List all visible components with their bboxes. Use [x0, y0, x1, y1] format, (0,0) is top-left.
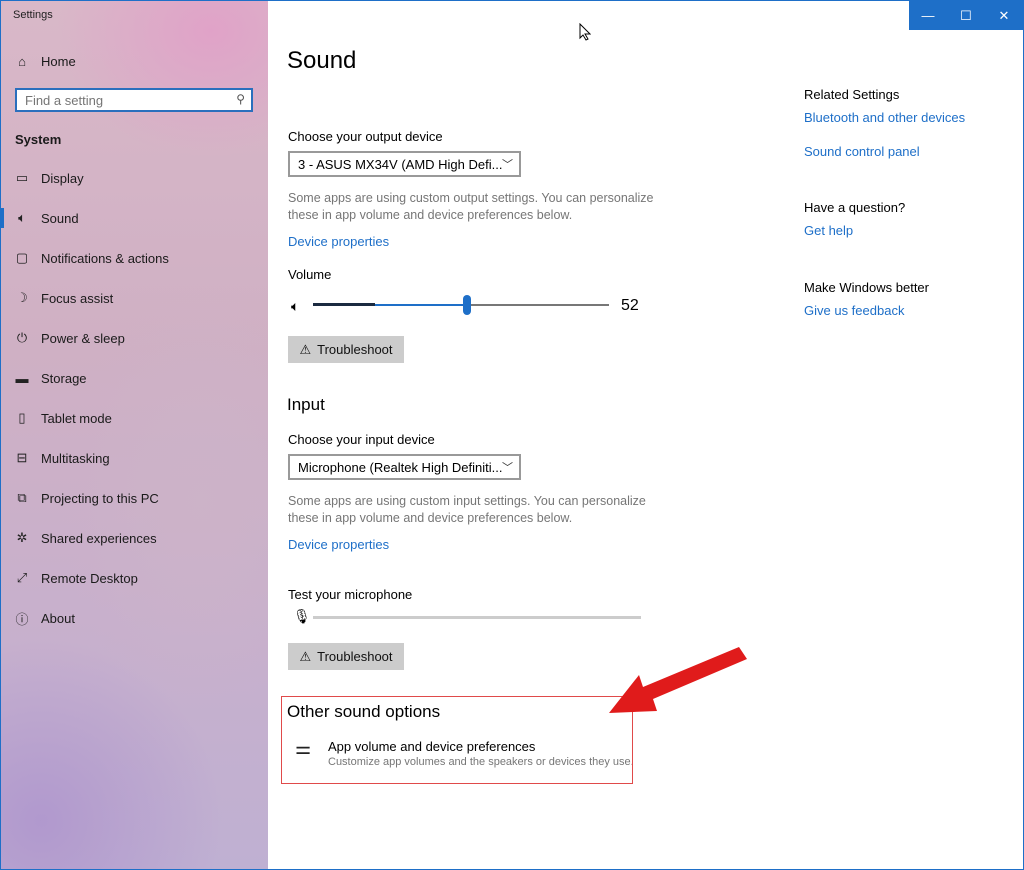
chevron-down-icon: ﹀	[502, 462, 513, 474]
troubleshoot-label: Troubleshoot	[317, 342, 393, 357]
sidebar-item-tablet-mode[interactable]: ▯ Tablet mode	[1, 398, 268, 438]
search-input[interactable]	[17, 90, 225, 110]
sidebar-item-label: Notifications & actions	[41, 250, 169, 266]
sidebar-item-label: About	[41, 610, 75, 626]
window-title: Settings	[13, 9, 53, 21]
question-heading: Have a question?	[804, 200, 906, 215]
sidebar-item-projecting[interactable]: ⧉ Projecting to this PC	[1, 478, 268, 518]
sidebar-item-notifications[interactable]: ▢ Notifications & actions	[1, 238, 268, 278]
sound-control-panel-link[interactable]: Sound control panel	[804, 144, 920, 159]
input-device-select[interactable]: Microphone (Realtek High Definiti... ﹀	[288, 454, 521, 480]
projecting-icon: ⧉	[17, 490, 27, 505]
output-device-properties-link[interactable]: Device properties	[288, 234, 389, 249]
volume-value: 52	[621, 297, 639, 314]
sidebar-item-label: Sound	[41, 210, 79, 226]
microphone-icon: 🎙︎	[293, 608, 311, 624]
warning-icon: ⚠	[299, 648, 312, 664]
page-title: Sound	[287, 47, 357, 74]
sidebar-item-power[interactable]: ⏻ Power & sleep	[1, 318, 268, 358]
search-icon: ⚲	[236, 92, 245, 106]
sidebar-item-label: Projecting to this PC	[41, 490, 159, 506]
shared-icon: ✲	[16, 530, 28, 545]
speaker-icon: 🔈︎	[18, 210, 26, 225]
sidebar-item-label: Tablet mode	[41, 410, 112, 426]
input-device-value: Microphone (Realtek High Definiti...	[298, 460, 503, 475]
sidebar-item-home[interactable]: ⌂ Home	[1, 41, 268, 81]
input-custom-settings-note: Some apps are using custom input setting…	[288, 494, 646, 525]
microphone-level-meter	[313, 616, 641, 619]
input-device-label: Choose your input device	[288, 432, 435, 447]
troubleshoot-label: Troubleshoot	[317, 649, 393, 664]
sidebar-item-label: Remote Desktop	[41, 570, 138, 586]
volume-slider-thumb[interactable]	[462, 295, 471, 315]
sidebar-item-sound[interactable]: 🔈︎ Sound	[1, 198, 268, 238]
sidebar-item-shared-experiences[interactable]: ✲ Shared experiences	[1, 518, 268, 558]
test-microphone-label: Test your microphone	[288, 587, 413, 602]
sidebar-item-multitasking[interactable]: ⊟ Multitasking	[1, 438, 268, 478]
output-troubleshoot-button[interactable]: ⚠ Troubleshoot	[288, 336, 404, 363]
mouse-cursor-icon	[579, 23, 591, 41]
sidebar-item-display[interactable]: ▭ Display	[1, 158, 268, 198]
sidebar-item-label: Storage	[41, 370, 87, 386]
output-device-value: 3 - ASUS MX34V (AMD High Defi...	[298, 157, 503, 172]
output-device-label: Choose your output device	[288, 129, 443, 144]
multitasking-icon: ⊟	[16, 450, 28, 465]
display-icon: ▭	[15, 170, 29, 185]
sidebar-item-focus-assist[interactable]: ☽ Focus assist	[1, 278, 268, 318]
get-help-link[interactable]: Get help	[804, 223, 853, 238]
input-device-properties-link[interactable]: Device properties	[288, 537, 389, 552]
highlight-box	[281, 696, 633, 784]
home-icon: ⌂	[18, 53, 26, 69]
sidebar-item-storage[interactable]: ▬ Storage	[1, 358, 268, 398]
sidebar-item-remote-desktop[interactable]: ⤢ Remote Desktop	[1, 558, 268, 598]
warning-icon: ⚠	[299, 341, 312, 357]
chevron-down-icon: ﹀	[502, 159, 513, 171]
input-heading: Input	[287, 395, 325, 414]
sidebar-item-label: Display	[41, 170, 84, 186]
related-settings-heading: Related Settings	[804, 87, 900, 102]
feedback-link[interactable]: Give us feedback	[804, 303, 904, 318]
tablet-icon: ▯	[18, 410, 26, 425]
volume-label: Volume	[288, 267, 332, 282]
info-icon: ⓘ	[15, 611, 29, 627]
bluetooth-devices-link[interactable]: Bluetooth and other devices	[804, 110, 965, 125]
storage-icon: ▬	[15, 370, 29, 386]
remote-icon: ⤢	[16, 570, 28, 585]
settings-window: Settings ⌂ Home ⚲ System ▭ Display 🔈︎ So…	[0, 0, 1024, 870]
sidebar-item-label: Shared experiences	[41, 530, 157, 546]
moon-icon: ☽	[16, 290, 28, 305]
output-device-select[interactable]: 3 - ASUS MX34V (AMD High Defi... ﹀	[288, 151, 521, 177]
make-windows-better-heading: Make Windows better	[804, 280, 929, 295]
annotation-arrow	[609, 647, 747, 713]
sidebar-item-label: Power & sleep	[41, 330, 125, 346]
volume-peak-meter	[313, 303, 375, 306]
sidebar-item-about[interactable]: ⓘ About	[1, 598, 268, 638]
speaker-icon: 🔈︎	[291, 298, 300, 314]
sidebar-item-label: Home	[41, 53, 76, 69]
sidebar-item-label: Multitasking	[41, 450, 110, 466]
input-troubleshoot-button[interactable]: ⚠ Troubleshoot	[288, 643, 404, 670]
power-icon: ⏻	[16, 330, 28, 345]
sidebar-item-label: Focus assist	[41, 290, 114, 306]
sidebar-group-title: System	[15, 132, 62, 147]
sidebar: Settings ⌂ Home ⚲ System ▭ Display 🔈︎ So…	[1, 1, 268, 869]
search-box[interactable]: ⚲	[15, 88, 253, 112]
notification-icon: ▢	[15, 250, 29, 265]
output-custom-settings-note: Some apps are using custom output settin…	[288, 191, 654, 222]
